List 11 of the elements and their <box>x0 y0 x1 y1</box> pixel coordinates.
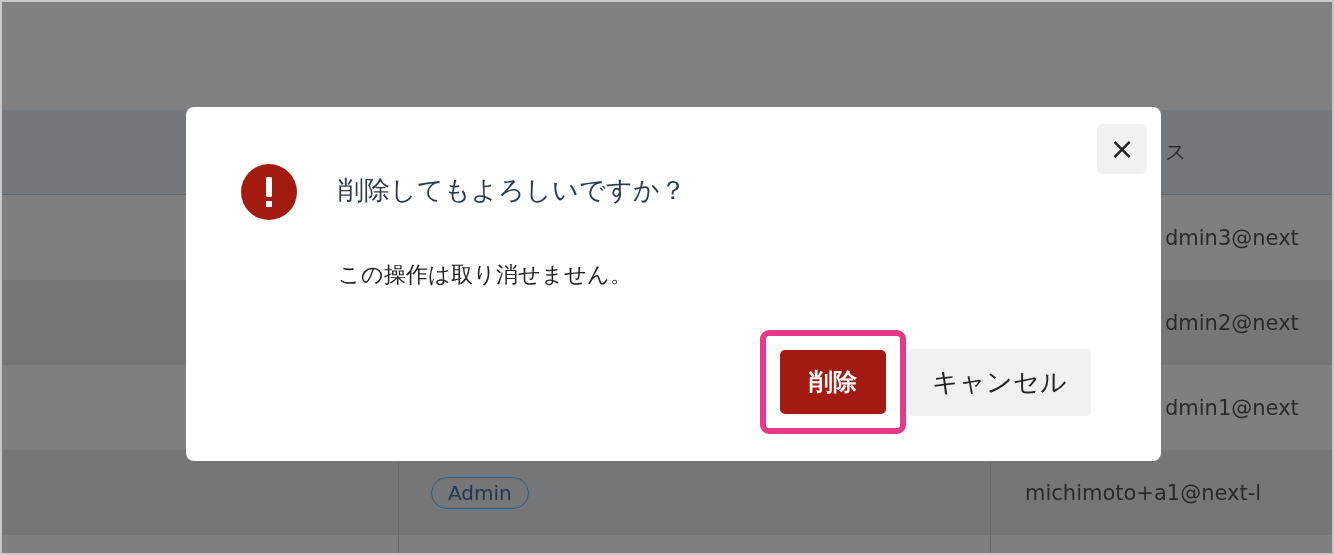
cancel-button[interactable]: キャンセル <box>908 348 1091 416</box>
close-button[interactable]: × <box>1097 124 1147 174</box>
email-text: dmin3@next <box>1165 225 1299 250</box>
dialog-title: 削除してもよろしいですか？ <box>338 174 686 207</box>
email-text: dmin1@next <box>1165 395 1299 420</box>
email-text: dmin2@next <box>1165 310 1299 335</box>
column-header: ス <box>1165 139 1187 166</box>
warning-icon <box>240 163 298 221</box>
delete-button[interactable]: 削除 <box>780 350 886 414</box>
email-text: michimoto+a1@next-l <box>1025 480 1262 505</box>
dialog-message: この操作は取り消せません。 <box>338 261 633 289</box>
